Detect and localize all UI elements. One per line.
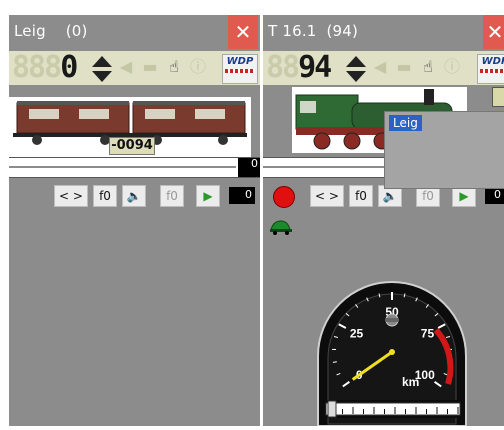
window-title: T 16.1 (94) xyxy=(268,22,358,40)
car-icon[interactable] xyxy=(268,218,294,236)
sound-button[interactable]: 🔈 xyxy=(122,185,146,207)
direction-button[interactable]: < > xyxy=(54,185,88,207)
headlight-icon: ◀ xyxy=(116,57,136,77)
speedometer-dial: 0255075100 km xyxy=(316,276,468,426)
headlight-icon: ◀ xyxy=(370,57,390,77)
loco-select-popup[interactable]: Leig xyxy=(384,111,504,189)
gauge-slider-track[interactable] xyxy=(326,403,460,415)
close-button[interactable]: ✕ xyxy=(228,15,258,49)
loco-list-icon[interactable] xyxy=(492,87,504,107)
loco-image[interactable]: -0094 xyxy=(9,97,251,157)
f0-alt-button[interactable]: f0 xyxy=(160,185,184,207)
loco-number-label: -0094 xyxy=(109,137,155,155)
direction-arrows-icon xyxy=(89,55,115,83)
stop-button[interactable] xyxy=(273,186,295,208)
speed-digits: 8880 xyxy=(12,51,76,85)
sound-icon: 🔈 xyxy=(127,189,142,203)
close-button[interactable]: ✕ xyxy=(483,15,504,49)
gauge-slider-thumb[interactable] xyxy=(328,401,336,417)
f0-button[interactable]: f0 xyxy=(349,185,373,207)
play-icon: ▶ xyxy=(459,189,468,203)
speed-display-bar: 8880 ◀ ▬ ☝ ⓘ WDP xyxy=(9,51,260,85)
speed-digits: 8894 xyxy=(266,51,330,85)
gauge-label: 75 xyxy=(421,327,435,341)
play-button[interactable]: ▶ xyxy=(196,185,220,207)
slider-value: 0 xyxy=(238,158,260,177)
speed-display-bar: 8894 ◀ ▬ ☝ ⓘ WDP xyxy=(263,51,504,85)
speedometer-gauge: 0255075100 km xyxy=(316,276,468,426)
manufacturer-logo: WDP xyxy=(222,54,258,84)
popup-item-selected[interactable]: Leig xyxy=(389,115,422,131)
speed-slider[interactable]: 0 xyxy=(9,157,260,178)
title-bar[interactable]: T 16.1 (94) ✕ xyxy=(263,15,504,49)
f0-button[interactable]: f0 xyxy=(93,185,117,207)
hand-icon[interactable]: ☝ xyxy=(418,57,438,77)
direction-button[interactable]: < > xyxy=(310,185,344,207)
window-title: Leig (0) xyxy=(14,22,88,40)
speed-value-box: 0 xyxy=(485,187,504,204)
direction-arrows-icon xyxy=(343,55,369,83)
gauge-unit: km xyxy=(402,375,419,389)
speed-value-box: 0 xyxy=(229,187,255,204)
manufacturer-logo: WDP xyxy=(477,54,504,84)
sound-icon: 🔈 xyxy=(383,189,398,203)
loco-control-window-leig: Leig (0) ✕ 8880 ◀ ▬ ☝ ⓘ WDP xyxy=(9,15,260,426)
info-icon: ⓘ xyxy=(442,57,462,77)
title-bar[interactable]: Leig (0) ✕ xyxy=(9,15,260,49)
play-icon: ▶ xyxy=(203,189,212,203)
lamp-icon: ▬ xyxy=(140,57,160,77)
gauge-label: 25 xyxy=(350,327,364,341)
gauge-center-icon xyxy=(386,314,398,326)
lamp-icon: ▬ xyxy=(394,57,414,77)
speed-slider[interactable] xyxy=(263,157,393,178)
gauge-tick xyxy=(333,362,337,363)
info-icon: ⓘ xyxy=(188,57,208,77)
hand-icon[interactable]: ☝ xyxy=(164,57,184,77)
